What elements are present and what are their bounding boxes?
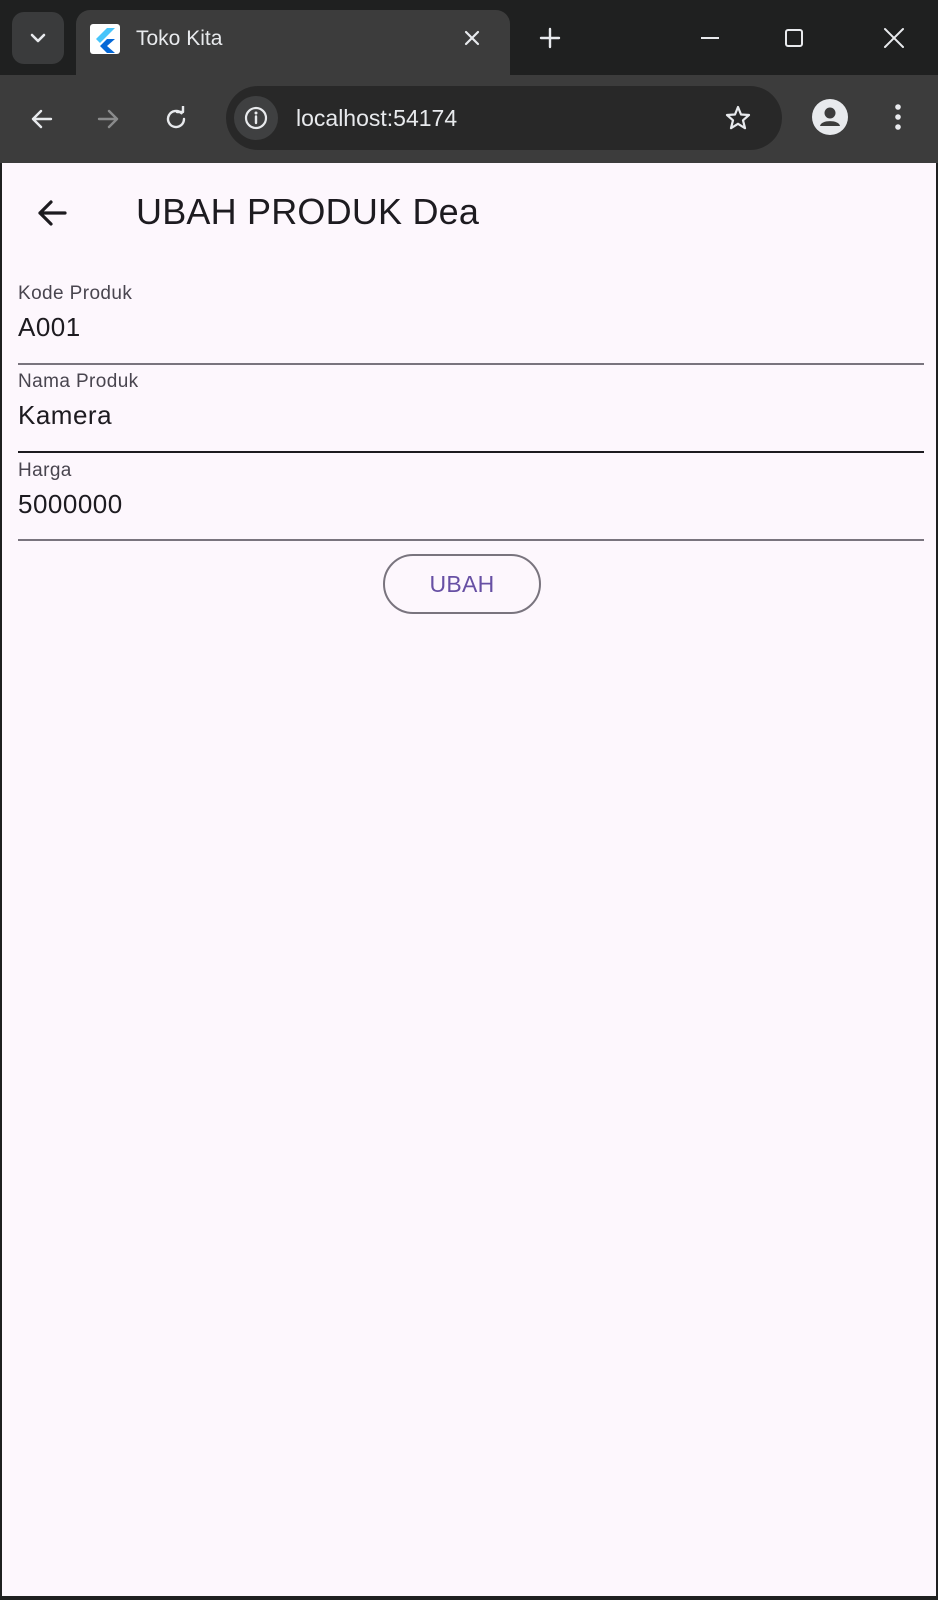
account-icon — [812, 99, 848, 135]
forward-nav-button[interactable] — [86, 97, 130, 141]
minimize-icon — [701, 37, 719, 39]
maximize-icon — [785, 29, 803, 47]
kode-produk-label: Kode Produk — [18, 283, 133, 304]
harga-underline — [18, 539, 924, 541]
kode-produk-input[interactable] — [18, 305, 924, 349]
nama-produk-label: Nama Produk — [18, 371, 139, 392]
plus-icon — [539, 27, 561, 49]
close-icon — [464, 30, 480, 46]
reload-icon — [166, 106, 186, 129]
nama-produk-field: Nama Produk — [18, 371, 924, 461]
info-icon — [244, 106, 268, 130]
arrow-left-icon — [31, 109, 53, 129]
profile-button[interactable] — [808, 95, 852, 139]
minimize-button[interactable] — [692, 20, 728, 56]
app-viewport: UBAH PRODUK Dea Kode Produk Nama Produk … — [2, 163, 936, 1596]
flutter-favicon-icon — [90, 24, 120, 54]
browser-tab[interactable]: Toko Kita — [76, 10, 510, 80]
tab-search-button[interactable] — [12, 12, 64, 64]
browser-toolbar: localhost:54174 — [0, 75, 938, 163]
back-nav-button[interactable] — [20, 97, 64, 141]
browser-tab-strip: Toko Kita — [0, 0, 938, 80]
kode-produk-field: Kode Produk — [18, 283, 924, 373]
harga-label: Harga — [18, 460, 72, 481]
chevron-down-icon — [30, 33, 46, 43]
arrow-right-icon — [97, 109, 119, 129]
ubah-button[interactable]: UBAH — [383, 554, 541, 614]
bookmark-button[interactable] — [716, 96, 760, 140]
new-tab-button[interactable] — [532, 20, 568, 56]
tab-title: Toko Kita — [136, 27, 223, 50]
site-info-button[interactable] — [234, 96, 278, 140]
back-button[interactable] — [28, 189, 76, 237]
address-bar[interactable]: localhost:54174 — [226, 86, 782, 150]
reload-button[interactable] — [154, 97, 198, 141]
close-icon — [884, 28, 904, 48]
harga-field: Harga — [18, 460, 924, 550]
arrow-back-icon — [38, 200, 67, 226]
nama-produk-underline — [18, 451, 924, 453]
star-icon — [725, 105, 751, 130]
harga-input[interactable] — [18, 482, 924, 526]
nama-produk-input[interactable] — [18, 393, 924, 437]
maximize-button[interactable] — [776, 20, 812, 56]
browser-menu-button[interactable] — [876, 95, 920, 139]
more-vert-icon — [895, 104, 901, 130]
kode-produk-underline — [18, 363, 924, 365]
app-bar: UBAH PRODUK Dea — [2, 163, 936, 263]
page-title: UBAH PRODUK Dea — [136, 191, 480, 232]
url-text: localhost:54174 — [296, 105, 458, 131]
close-window-button[interactable] — [876, 20, 912, 56]
tab-close-button[interactable] — [454, 20, 490, 56]
